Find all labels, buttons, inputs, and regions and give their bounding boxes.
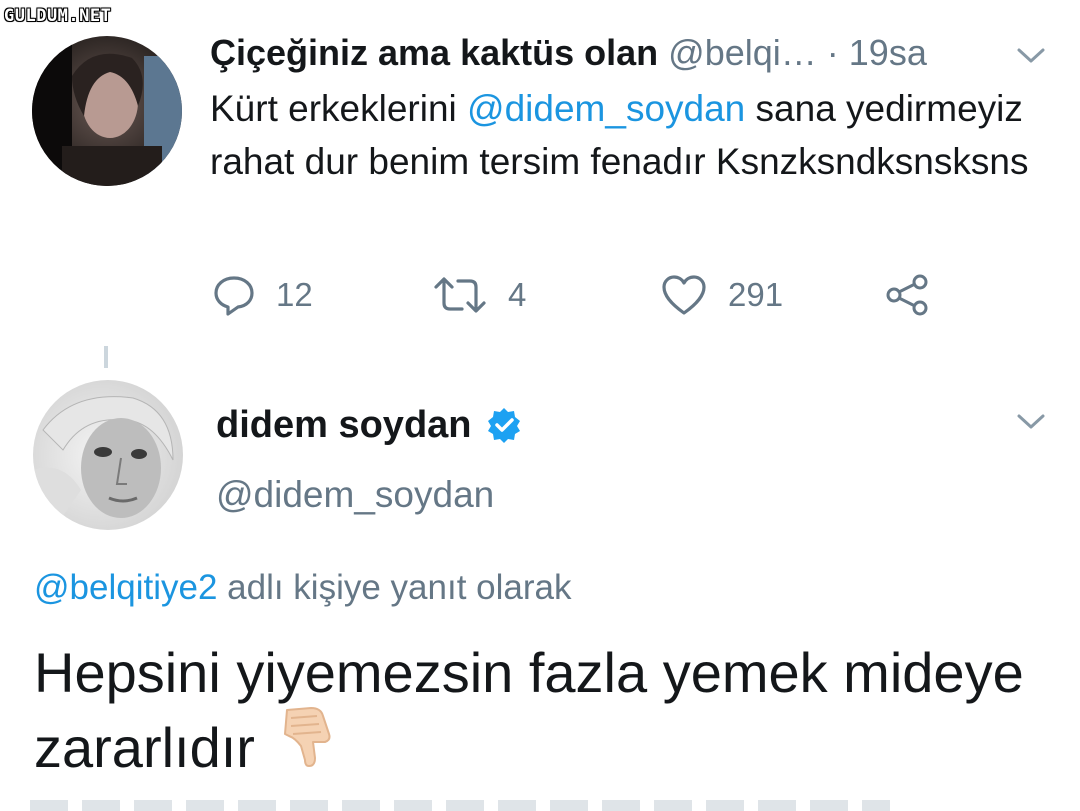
tweet-text: Hepsini yiyemezsin fazla yemek mideye za… [34, 636, 1034, 794]
truncated-content [30, 800, 890, 811]
retweet-icon [434, 277, 486, 313]
reply-button[interactable]: 12 [212, 270, 313, 320]
display-name[interactable]: Çiçeğiniz ama kaktüs olan [210, 32, 658, 73]
like-count: 291 [728, 276, 784, 313]
chevron-down-icon[interactable] [1016, 412, 1046, 432]
tweet-text-content: Hepsini yiyemezsin fazla yemek mideye za… [34, 641, 1024, 779]
mention-link[interactable]: @didem_soydan [467, 88, 745, 129]
watermark-logo: GULDUM.NET [4, 6, 112, 26]
retweet-count: 4 [508, 276, 527, 313]
reply-icon [214, 276, 254, 316]
reply-count: 12 [276, 276, 313, 313]
retweet-button[interactable]: 4 [432, 270, 526, 320]
share-button[interactable] [884, 270, 932, 320]
tweet-header: Çiçeğiniz ama kaktüs olan @belqi… · 19sa [210, 30, 990, 76]
chevron-down-icon[interactable] [1016, 46, 1046, 66]
verified-badge-icon [487, 408, 520, 443]
display-name-text: didem soydan [216, 404, 472, 446]
timestamp[interactable]: · 19sa [827, 32, 927, 73]
username[interactable]: @belqi… [668, 32, 817, 73]
reply-context: @belqitiye2 adlı kişiye yanıt olarak [34, 566, 571, 610]
thumbs-down-icon [277, 704, 337, 788]
display-name[interactable]: didem soydan [216, 402, 522, 448]
reply-context-label: adlı kişiye yanıt olarak [217, 568, 572, 607]
avatar[interactable] [33, 380, 183, 530]
thread-connector [104, 346, 108, 368]
tweet-text: Kürt erkeklerini @didem_soydan sana yedi… [210, 82, 1030, 188]
avatar[interactable] [32, 36, 182, 186]
mention-link[interactable]: @belqitiye2 [34, 568, 217, 607]
username[interactable]: @didem_soydan [216, 472, 494, 518]
tweet-text-part: Kürt erkeklerini [210, 88, 468, 129]
share-icon [886, 274, 928, 316]
heart-icon [662, 275, 706, 315]
like-button[interactable]: 291 [660, 270, 783, 320]
